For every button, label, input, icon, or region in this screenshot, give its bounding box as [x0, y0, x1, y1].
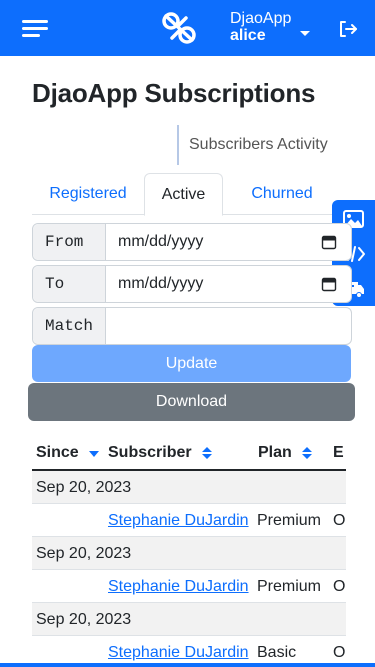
user-menu[interactable]: DjaoApp alice	[230, 10, 310, 46]
group-row-date: Sep 20, 2023	[32, 471, 346, 504]
tab-churned[interactable]: Churned	[223, 173, 341, 215]
tab-active[interactable]: Active	[144, 173, 223, 216]
sort-desc-icon	[89, 450, 100, 457]
to-date-input[interactable]: mm/dd/yyyy	[118, 266, 203, 302]
col-plan-label: Plan	[258, 444, 292, 461]
app-name: DjaoApp	[230, 10, 292, 27]
subscriber-link[interactable]: Stephanie DuJardin	[108, 504, 249, 537]
plan-cell: Premium	[257, 512, 322, 529]
download-button[interactable]: Download	[28, 383, 355, 421]
user-name: alice	[230, 27, 266, 44]
to-date-group: To mm/dd/yyyy	[32, 265, 352, 303]
update-button[interactable]: Update	[32, 345, 351, 382]
group-row-date: Sep 20, 2023	[32, 537, 346, 570]
subscribers-activity-link[interactable]: Subscribers Activity	[177, 125, 328, 165]
col-e-header[interactable]: E	[333, 434, 344, 470]
from-label: From	[33, 224, 106, 260]
top-navbar: DjaoApp alice	[0, 0, 375, 56]
col-since-label: Since	[36, 444, 79, 461]
to-label: To	[33, 266, 106, 302]
match-label: Match	[33, 308, 106, 344]
table-row: Stephanie DuJardin Premium O	[32, 570, 346, 603]
menu-icon[interactable]	[22, 18, 48, 38]
calendar-icon[interactable]	[321, 234, 337, 250]
plan-cell: Premium	[257, 578, 322, 595]
from-date-input[interactable]: mm/dd/yyyy	[118, 224, 203, 260]
djaoapp-logo-icon[interactable]	[160, 10, 198, 46]
sort-both-icon	[202, 446, 213, 459]
bottom-bar	[0, 663, 375, 667]
caret-down-icon	[300, 31, 310, 36]
subscribers-table: Since Subscriber Plan E Sep 20, 2023 Ste…	[32, 434, 346, 667]
extra-cell: O	[333, 512, 346, 529]
sort-both-icon	[302, 446, 313, 459]
table-row: Stephanie DuJardin Premium O	[32, 504, 346, 537]
group-row-date: Sep 20, 2023	[32, 603, 346, 636]
subscriber-link[interactable]: Stephanie DuJardin	[108, 570, 249, 603]
col-plan-header[interactable]: Plan	[258, 434, 313, 470]
calendar-icon[interactable]	[321, 276, 337, 292]
extra-cell: O	[333, 578, 346, 595]
logout-icon[interactable]	[338, 19, 358, 39]
match-group: Match	[32, 307, 352, 345]
col-subscriber-label: Subscriber	[108, 444, 192, 461]
page-title: DjaoApp Subscriptions	[32, 78, 316, 108]
subscription-tabs: Registered Active Churned	[32, 173, 375, 216]
from-date-group: From mm/dd/yyyy	[32, 223, 352, 261]
tab-registered[interactable]: Registered	[32, 173, 144, 215]
col-subscriber-header[interactable]: Subscriber	[108, 434, 213, 470]
col-since-header[interactable]: Since	[36, 434, 100, 470]
